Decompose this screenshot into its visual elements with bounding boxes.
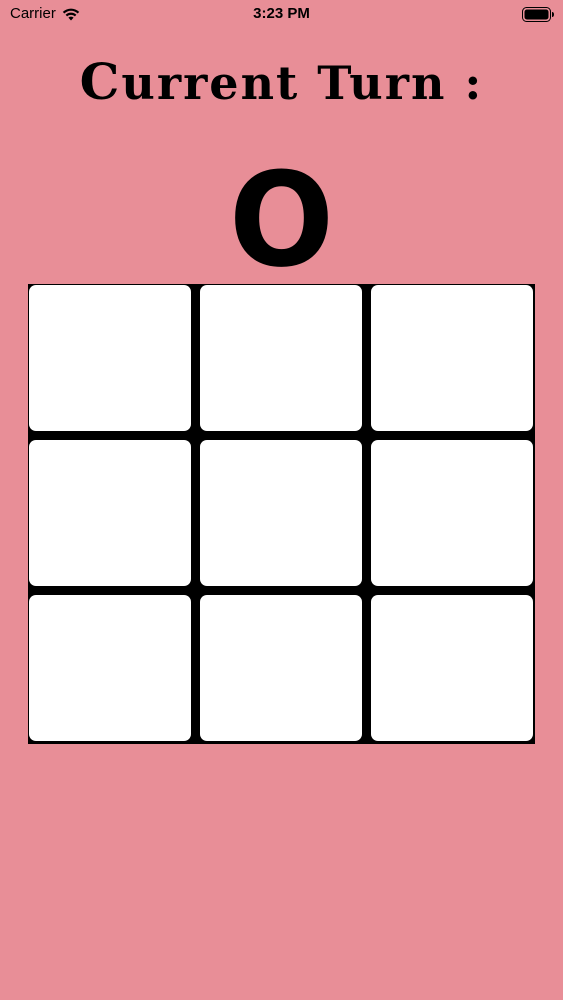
title-first-letter: C — [79, 52, 122, 111]
board-cell-3[interactable] — [29, 440, 191, 586]
board-cell-7[interactable] — [200, 595, 362, 741]
board-cell-1[interactable] — [200, 285, 362, 431]
tic-tac-toe-board — [28, 284, 535, 744]
battery-icon — [522, 7, 554, 22]
status-time: 3:23 PM — [253, 5, 310, 22]
current-turn-indicator: O — [228, 144, 334, 296]
game-screen: Carrier 3:23 PM Current Turn : O — [0, 0, 563, 1000]
board-cell-2[interactable] — [371, 285, 533, 431]
board-cell-6[interactable] — [29, 595, 191, 741]
board-cell-4[interactable] — [200, 440, 362, 586]
page-title: Current Turn : — [0, 52, 563, 113]
board-cell-8[interactable] — [371, 595, 533, 741]
title-text: urrent Turn : — [121, 56, 484, 110]
status-bar: Carrier 3:23 PM — [0, 0, 563, 30]
board-cell-0[interactable] — [29, 285, 191, 431]
board-cell-5[interactable] — [371, 440, 533, 586]
